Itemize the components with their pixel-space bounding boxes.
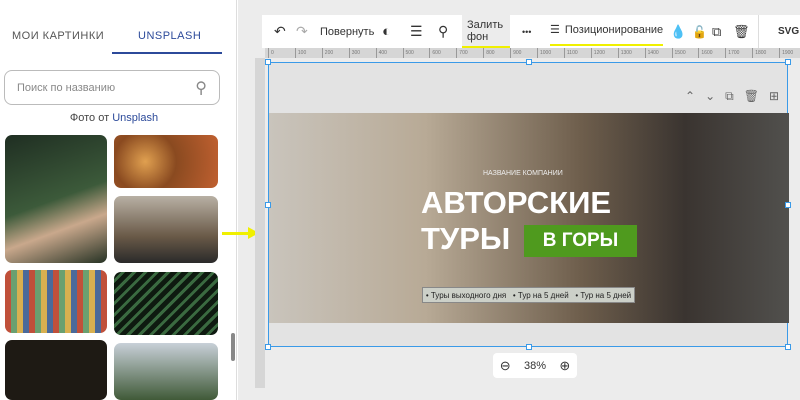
layers-icon: ☰ bbox=[550, 24, 560, 36]
add-icon[interactable]: ⊞ bbox=[769, 89, 779, 104]
ruler-tick: 500 bbox=[402, 48, 414, 58]
ruler-tick: 1700 bbox=[725, 48, 739, 58]
more-button[interactable]: ••• bbox=[522, 15, 531, 48]
resize-handle[interactable] bbox=[785, 344, 791, 350]
divider bbox=[758, 15, 759, 48]
image-thumbnail[interactable] bbox=[5, 135, 107, 263]
image-thumbnail[interactable] bbox=[5, 340, 107, 400]
zoom-in-icon[interactable]: ⊕ bbox=[559, 358, 570, 374]
search-input[interactable]: Поиск по названию ⚲ bbox=[4, 70, 220, 105]
ruler-tick: 300 bbox=[348, 48, 360, 58]
resize-handle[interactable] bbox=[785, 59, 791, 65]
ruler-tick: 1600 bbox=[698, 48, 713, 58]
zoom-level: 38% bbox=[523, 359, 546, 372]
zoom-out-icon[interactable]: ⊖ bbox=[500, 358, 511, 374]
toolbar: ↶ ↷ Повернуть ◐ ☰ ⚲ Залить фон ••• ☰ Пози… bbox=[262, 15, 800, 48]
title-line1: АВТОРСКИЕ bbox=[421, 185, 612, 220]
delete-icon[interactable]: 🗑 bbox=[744, 89, 759, 104]
svg-export-button[interactable]: SVG bbox=[778, 15, 799, 48]
copy-icon[interactable]: ⧉ bbox=[725, 89, 734, 104]
ruler-tick: 900 bbox=[510, 48, 521, 58]
ruler-tick: 600 bbox=[429, 48, 441, 58]
image-thumbnail[interactable] bbox=[114, 196, 218, 263]
positioning-button[interactable]: ☰ Позиционирование bbox=[550, 15, 664, 46]
photo-credit: Фото от Unsplash bbox=[69, 112, 159, 124]
image-thumbnail[interactable] bbox=[114, 135, 218, 188]
image-thumbnail[interactable] bbox=[114, 343, 218, 400]
drop-icon[interactable]: 💧 bbox=[670, 15, 686, 48]
ruler-tick: 1100 bbox=[563, 48, 578, 58]
search-placeholder: Поиск по названию bbox=[17, 81, 116, 94]
badge: В ГОРЫ bbox=[524, 225, 637, 257]
ruler-tick: 1500 bbox=[671, 48, 686, 58]
resize-handle[interactable] bbox=[265, 59, 271, 65]
active-tab-indicator bbox=[112, 52, 222, 54]
ruler-tick: 700 bbox=[456, 48, 468, 58]
ruler-tick: 1000 bbox=[537, 48, 551, 58]
resize-handle[interactable] bbox=[785, 202, 791, 208]
undo-icon[interactable]: ↶ bbox=[274, 15, 286, 48]
opacity-icon[interactable]: ◐ bbox=[382, 15, 391, 48]
title-line2: ТУРЫ bbox=[421, 221, 511, 256]
company-name: НАЗВАНИЕ КОМПАНИИ bbox=[483, 170, 563, 177]
resize-handle[interactable] bbox=[526, 344, 532, 350]
resize-handle[interactable] bbox=[526, 59, 532, 65]
arrow-annotation bbox=[222, 232, 250, 235]
tab-my-images[interactable]: МОИ КАРТИНКИ bbox=[12, 30, 104, 42]
ruler-tick: 1200 bbox=[590, 48, 605, 58]
duplicate-icon[interactable]: ⧉ bbox=[712, 15, 721, 48]
ruler-tick: 1800 bbox=[752, 48, 766, 58]
unlock-icon[interactable]: 🔓 bbox=[692, 15, 707, 48]
features-bar: • Туры выходного дня • Тур на 5 дней • Т… bbox=[422, 287, 635, 303]
resize-handle[interactable] bbox=[265, 344, 271, 350]
unsplash-link[interactable]: Unsplash bbox=[112, 112, 158, 124]
horizontal-ruler: 0 100 200 300 400 500 600 700 800 900 1000 1100 1200… bbox=[265, 48, 800, 58]
trash-icon[interactable]: 🗑 bbox=[733, 15, 750, 48]
ruler-tick: 400 bbox=[375, 48, 387, 58]
chevron-up-icon[interactable]: ⌃ bbox=[685, 89, 695, 104]
ruler-tick: 800 bbox=[483, 48, 495, 58]
ruler-tick: 1300 bbox=[617, 48, 632, 58]
adjust-icon[interactable]: ☰ bbox=[410, 15, 423, 48]
image-thumbnail[interactable] bbox=[114, 272, 218, 335]
search-icon[interactable]: ⚲ bbox=[195, 78, 207, 98]
ruler-tick: 100 bbox=[294, 48, 306, 58]
ruler-tick: 1400 bbox=[644, 48, 659, 58]
resize-handle[interactable] bbox=[265, 202, 271, 208]
blend-icon[interactable]: ⚲ bbox=[438, 15, 448, 48]
vertical-ruler bbox=[255, 58, 265, 388]
banner-image[interactable]: НАЗВАНИЕ КОМПАНИИ АВТОРСКИЕ ТУРЫ В ГОРЫ … bbox=[269, 113, 789, 323]
ruler-tick: 0 bbox=[268, 48, 274, 58]
tab-unsplash[interactable]: UNSPLASH bbox=[138, 30, 201, 42]
rotate-button[interactable]: Повернуть bbox=[320, 15, 374, 48]
zoom-control: ⊖ 38% ⊕ bbox=[493, 353, 577, 378]
scrollbar[interactable] bbox=[231, 333, 235, 361]
ruler-tick: 200 bbox=[321, 48, 333, 58]
image-panel: МОИ КАРТИНКИ UNSPLASH Поиск по названию … bbox=[0, 0, 237, 400]
chevron-down-icon[interactable]: ⌄ bbox=[705, 89, 715, 104]
image-thumbnail[interactable] bbox=[5, 270, 107, 333]
ruler-tick: 1900 bbox=[779, 48, 793, 58]
redo-icon[interactable]: ↷ bbox=[296, 15, 308, 48]
fill-background-button[interactable]: Залить фон bbox=[462, 15, 510, 48]
artboard: ⌃ ⌄ ⧉ 🗑 ⊞ НАЗВАНИЕ КОМПАНИИ АВТОРСКИЕ ТУ… bbox=[265, 59, 791, 350]
